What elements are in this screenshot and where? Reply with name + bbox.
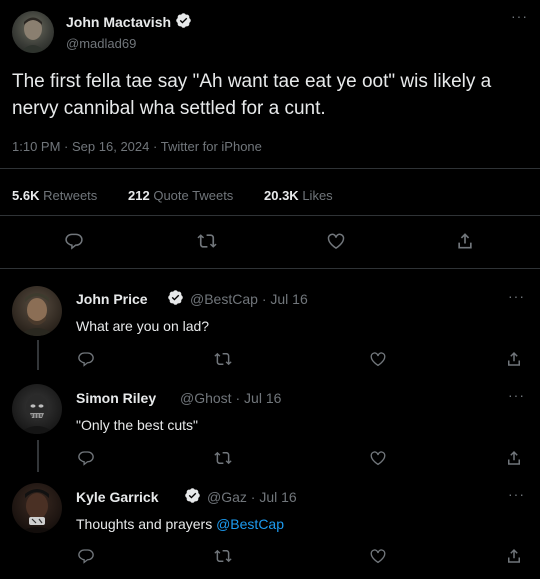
more-icon[interactable]: ··· [511, 8, 528, 24]
handle[interactable]: @madlad69 [66, 36, 136, 51]
verified-icon [167, 289, 184, 306]
reply-date[interactable]: Jul 16 [259, 489, 296, 505]
avatar-mactavish[interactable] [12, 11, 54, 53]
tweet-text: The first fella tae say "Ah want tae eat… [12, 71, 492, 119]
author-name[interactable]: Simon Riley [76, 390, 156, 406]
like-icon[interactable] [326, 231, 346, 251]
handle[interactable]: @Gaz [207, 489, 247, 505]
reply-icon[interactable] [77, 350, 95, 368]
share-icon[interactable] [505, 449, 523, 467]
retweets-stat[interactable]: 5.6K Retweets [12, 188, 97, 203]
handle[interactable]: @BestCap [190, 291, 258, 307]
retweet-icon[interactable] [213, 350, 233, 368]
reply-icon[interactable] [77, 547, 95, 565]
share-icon[interactable] [505, 547, 523, 565]
quotes-stat[interactable]: 212 Quote Tweets [128, 188, 233, 203]
divider [0, 168, 540, 169]
share-icon[interactable] [505, 350, 523, 368]
retweet-icon[interactable] [196, 231, 218, 251]
reply-date[interactable]: Jul 16 [270, 291, 307, 307]
verified-icon [184, 487, 201, 504]
tweet-stats: 5.6K Retweets [12, 188, 97, 203]
divider [0, 268, 540, 269]
likes-stat[interactable]: 20.3K Likes [264, 188, 333, 203]
share-icon[interactable] [455, 231, 475, 251]
reply-text: "Only the best cuts" [76, 417, 198, 433]
author-name[interactable]: John Price [76, 291, 148, 307]
reply-text: What are you on lad? [76, 318, 210, 334]
reply-icon[interactable] [77, 449, 95, 467]
author-name[interactable]: Kyle Garrick [76, 489, 159, 505]
tweet-date[interactable]: Sep 16, 2024 [72, 139, 149, 154]
avatar-riley[interactable] [12, 384, 62, 434]
thread-line [37, 340, 39, 370]
retweet-icon[interactable] [213, 547, 233, 565]
more-icon[interactable]: ··· [508, 387, 525, 403]
more-icon[interactable]: ··· [508, 288, 525, 304]
verified-icon [175, 12, 192, 29]
divider [0, 215, 540, 216]
handle[interactable]: @Ghost [180, 390, 232, 406]
more-icon[interactable]: ··· [508, 486, 525, 502]
like-icon[interactable] [369, 449, 387, 467]
reply-date[interactable]: Jul 16 [244, 390, 281, 406]
retweet-icon[interactable] [213, 449, 233, 467]
tweet-time[interactable]: 1:10 PM [12, 139, 60, 154]
reply-text: Thoughts and prayers @BestCap [76, 516, 285, 532]
tweet-meta: 1:10 PM · Sep 16, 2024 · Twitter for iPh… [12, 139, 262, 154]
tweet-source[interactable]: Twitter for iPhone [161, 139, 262, 154]
like-icon[interactable] [369, 350, 387, 368]
like-icon[interactable] [369, 547, 387, 565]
mention-link[interactable]: @BestCap [216, 516, 284, 532]
author-name[interactable]: John Mactavish [66, 14, 171, 30]
reply-icon[interactable] [64, 231, 84, 251]
thread-line [37, 440, 39, 472]
avatar-garrick[interactable] [12, 483, 62, 533]
avatar-price[interactable] [12, 286, 62, 336]
